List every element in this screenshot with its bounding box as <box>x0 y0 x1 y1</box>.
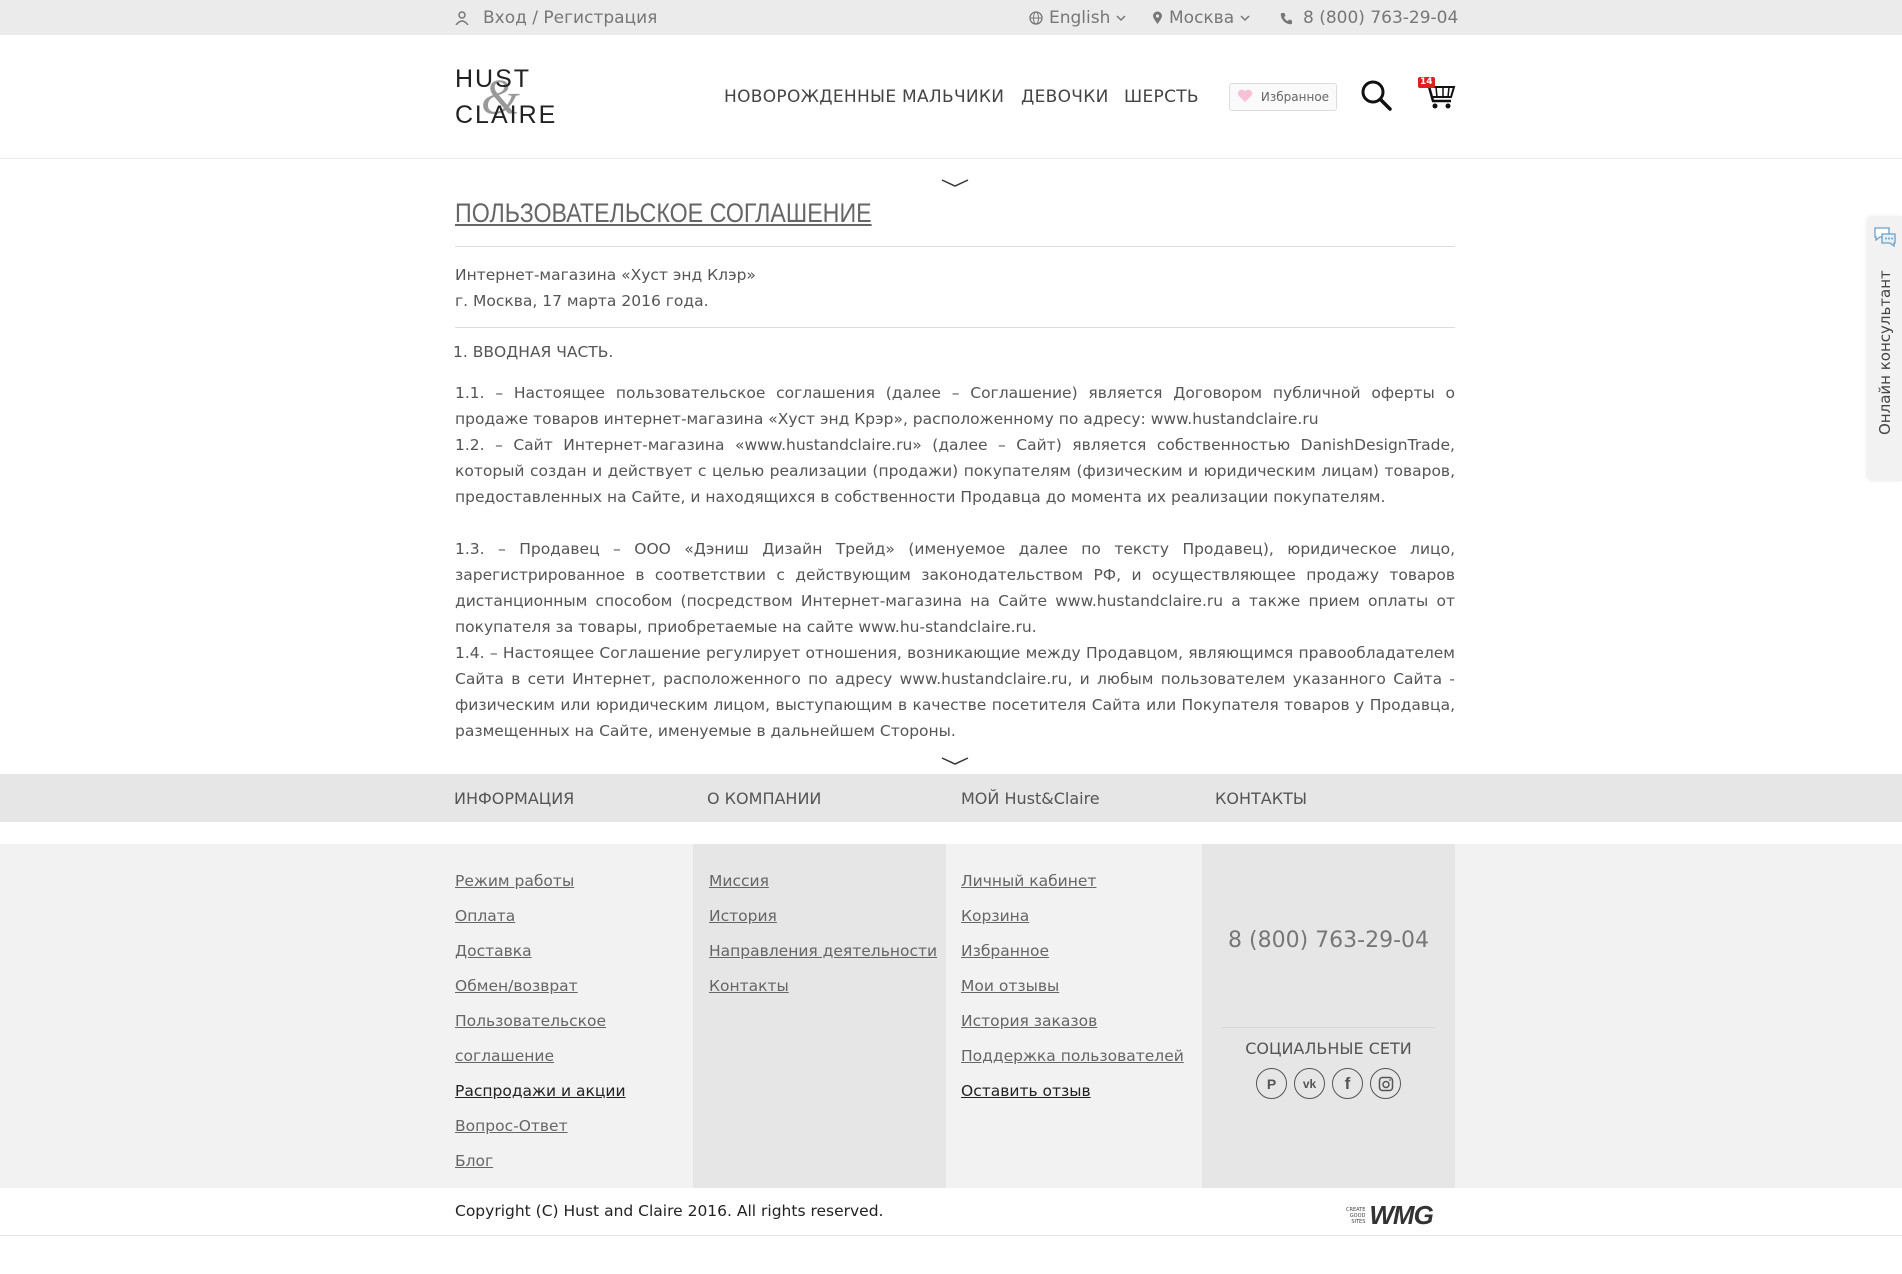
cart-icon <box>1418 81 1456 115</box>
favorites-button[interactable]: Избранное <box>1229 83 1337 111</box>
footer-link-payment[interactable]: Оплата <box>455 899 626 934</box>
footer-link-delivery[interactable]: Доставка <box>455 934 626 969</box>
bottom-bar: Copyright (C) Hust and Claire 2016. All … <box>0 1188 1902 1236</box>
footer-link-history[interactable]: История <box>709 899 937 934</box>
footer-my-column: Личный кабинет Корзина Избранное Мои отз… <box>947 844 1200 1188</box>
pinterest-icon[interactable]: P <box>1256 1068 1287 1099</box>
cart-count-badge: 14 <box>1418 77 1435 88</box>
phone-label: 8 (800) 763-29-04 <box>1303 8 1459 28</box>
footer-phone[interactable]: 8 (800) 763-29-04 <box>1202 928 1455 953</box>
footer-link-contacts[interactable]: Контакты <box>709 969 937 1004</box>
logo-line-1: HUST <box>455 65 532 93</box>
user-icon <box>455 11 469 25</box>
footer-link-order-history[interactable]: История заказов <box>961 1004 1184 1039</box>
footer-link-agreement-cont[interactable]: соглашение <box>455 1039 626 1074</box>
footer-link-faq[interactable]: Вопрос-Ответ <box>455 1109 626 1144</box>
developer-logo[interactable]: CREATE GOOD SITES WMG <box>1346 1200 1434 1231</box>
login-link[interactable]: Вход / Регистрация <box>455 8 657 28</box>
chevron-down-icon <box>1116 14 1126 22</box>
paragraph-1-3: 1.3. – Продавец – ООО «Дэниш Дизайн Трей… <box>455 540 1455 636</box>
online-consultant-tab[interactable]: Онлайн консультант <box>1867 216 1902 481</box>
developer-name: WMG <box>1369 1200 1433 1230</box>
tagline-line: SITES <box>1351 1218 1366 1225</box>
logo-line-2: CLAIRE <box>455 101 558 129</box>
footer-link-sales[interactable]: Распродажи и акции <box>455 1074 626 1109</box>
login-label: Вход / Регистрация <box>483 8 658 28</box>
footer-heading-company[interactable]: О КОМПАНИИ <box>707 789 821 808</box>
footer-contacts-column: 8 (800) 763-29-04 СОЦИАЛЬНЫЕ СЕТИ P vk f <box>1202 844 1455 1188</box>
language-selector[interactable]: English <box>1029 8 1126 28</box>
divider <box>455 246 1455 247</box>
footer-company-column: Миссия История Направления деятельности … <box>693 844 946 1188</box>
footer-heading-contacts[interactable]: КОНТАКТЫ <box>1215 789 1307 808</box>
footer-heading-info[interactable]: ИНФОРМАЦИЯ <box>454 789 574 808</box>
logo[interactable]: & HUST CLAIRE <box>455 65 560 129</box>
tagline-line: CREATE <box>1346 1206 1366 1213</box>
footer-link-support[interactable]: Поддержка пользователей <box>961 1039 1184 1074</box>
page-title: ПОЛЬЗОВАТЕЛЬСКОЕ СОГЛАШЕНИЕ <box>455 198 872 228</box>
city-selector[interactable]: Москва <box>1152 8 1250 28</box>
footer-link-favorites[interactable]: Избранное <box>961 934 1184 969</box>
cart-button[interactable]: 14 <box>1418 77 1456 115</box>
vk-icon[interactable]: vk <box>1294 1068 1325 1099</box>
footer-link-leave-review[interactable]: Оставить отзыв <box>961 1074 1184 1109</box>
agreement-body: 1.1. – Настоящее пользовательское соглаш… <box>455 380 1455 744</box>
meta-line-store: Интернет-магазина «Хуст энд Клэр» <box>455 266 756 284</box>
instagram-icon[interactable] <box>1370 1068 1401 1099</box>
nav-girls[interactable]: ДЕВОЧКИ <box>1021 87 1109 107</box>
language-label: English <box>1049 8 1111 28</box>
footer-link-agreement[interactable]: Пользовательское <box>455 1004 626 1039</box>
chat-bubbles-icon <box>1873 226 1897 252</box>
footer-link-hours[interactable]: Режим работы <box>455 864 626 899</box>
online-consultant-label: Онлайн консультант <box>1876 270 1894 435</box>
footer-link-account[interactable]: Личный кабинет <box>961 864 1184 899</box>
expand-chevron-icon[interactable] <box>941 752 969 771</box>
globe-icon <box>1029 11 1043 25</box>
footer-info-column: Режим работы Оплата Доставка Обмен/возвр… <box>451 844 704 1188</box>
favorites-label: Избранное <box>1260 90 1330 104</box>
expand-chevron-icon[interactable] <box>941 174 969 193</box>
nav-newborns[interactable]: НОВОРОЖДЕННЫЕ <box>724 87 896 107</box>
social-heading: СОЦИАЛЬНЫЕ СЕТИ <box>1245 1039 1412 1058</box>
footer-link-activities[interactable]: Направления деятельности <box>709 934 937 969</box>
footer-link-mission[interactable]: Миссия <box>709 864 937 899</box>
copyright: Copyright (C) Hust and Claire 2016. All … <box>455 1202 884 1220</box>
section-heading: 1. ВВОДНАЯ ЧАСТЬ. <box>453 343 614 361</box>
phone-link[interactable]: 8 (800) 763-29-04 <box>1280 8 1458 28</box>
footer-link-my-reviews[interactable]: Мои отзывы <box>961 969 1184 1004</box>
paragraph-1-2: 1.2. – Сайт Интернет-магазина «www.husta… <box>455 436 1455 506</box>
agreement-meta: Интернет-магазина «Хуст энд Клэр» г. Мос… <box>455 262 756 314</box>
city-label: Москва <box>1169 8 1235 28</box>
search-icon[interactable] <box>1360 79 1392 115</box>
divider <box>455 327 1455 328</box>
paragraph-1-1: 1.1. – Настоящее пользовательское соглаш… <box>455 384 1455 428</box>
phone-icon <box>1280 12 1293 25</box>
paragraph-1-4: 1.4. – Настоящее Соглашение регулирует о… <box>455 644 1455 740</box>
chevron-down-icon <box>1240 14 1250 22</box>
footer-nav-bar: ИНФОРМАЦИЯ О КОМПАНИИ МОЙ Hust&Claire КО… <box>0 774 1902 822</box>
nav-boys[interactable]: МАЛЬЧИКИ <box>902 87 1004 107</box>
footer-link-blog[interactable]: Блог <box>455 1144 626 1179</box>
meta-line-date: г. Москва, 17 марта 2016 года. <box>455 292 709 310</box>
heart-icon <box>1237 89 1253 106</box>
top-bar: Вход / Регистрация English Москва 8 (800… <box>0 0 1902 35</box>
header: & HUST CLAIRE НОВОРОЖДЕННЫЕ МАЛЬЧИКИ ДЕВ… <box>0 35 1902 159</box>
map-pin-icon <box>1152 11 1163 25</box>
divider <box>1222 1027 1435 1028</box>
facebook-icon[interactable]: f <box>1332 1068 1363 1099</box>
nav-wool[interactable]: ШЕРСТЬ <box>1124 87 1199 107</box>
footer-link-returns[interactable]: Обмен/возврат <box>455 969 626 1004</box>
social-links: P vk f <box>1256 1068 1401 1099</box>
footer: Режим работы Оплата Доставка Обмен/возвр… <box>0 844 1902 1188</box>
footer-link-cart[interactable]: Корзина <box>961 899 1184 934</box>
footer-heading-my[interactable]: МОЙ Hust&Claire <box>961 789 1100 808</box>
developer-tagline: CREATE GOOD SITES <box>1346 1207 1365 1225</box>
